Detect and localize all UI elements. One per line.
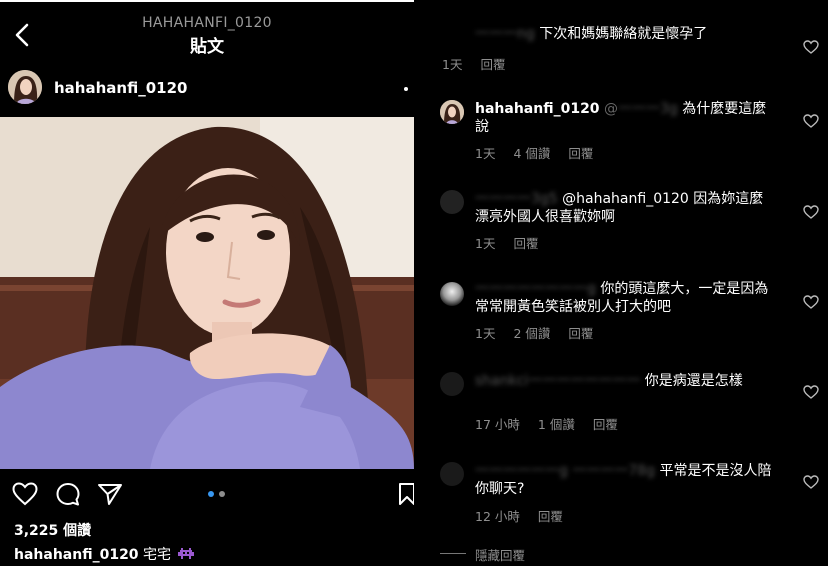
comment-user[interactable]: shankci一一一一一一一一 [475,373,640,389]
page-title: 貼文 [190,37,224,57]
heart-icon[interactable] [803,385,819,399]
caption-username[interactable]: hahahanfi_0120 [14,547,139,563]
avatar[interactable] [440,372,464,396]
comment-likes[interactable]: 4 個讚 [513,146,550,161]
comment-meta: 17 小時 1 個讚 回覆 [475,414,636,433]
more-icon[interactable] [404,87,408,91]
comment-likes[interactable]: 1 個讚 [538,417,575,432]
reply-button[interactable]: 回覆 [593,417,618,432]
header-username: HAHAHANFI_0120 [142,15,272,31]
comment-text: shankci一一一一一一一一 你是病還是怎樣 [475,373,743,389]
bookmark-icon[interactable] [398,482,414,506]
avatar[interactable] [8,70,42,104]
heart-icon[interactable] [803,295,819,309]
avatar[interactable] [440,190,464,214]
comment-user[interactable]: hahahanfi_0120 [475,101,600,117]
comment-text: 一一一ng 下次和媽媽聯絡就是懷孕了 [475,26,708,42]
heart-icon[interactable] [803,475,819,489]
comment-text: 一一一一3g5 @hahahanfi_0120 因為妳這麼漂亮外國人很喜歡妳啊 [475,191,764,225]
avatar[interactable] [440,100,464,124]
heart-icon[interactable] [803,40,819,54]
comment-user[interactable]: 一一一一一一g 一一一一78g [475,463,655,479]
divider [440,553,466,554]
share-icon[interactable] [97,482,123,506]
caption: hahahanfi_0120 宅宅 [14,544,195,564]
avatar[interactable] [440,282,464,306]
heart-icon[interactable] [12,482,38,506]
comment-time: 17 小時 [475,417,520,432]
comment-time: 1天 [442,57,463,72]
caption-text: 宅宅 [143,547,172,563]
carousel-dot-active [208,491,214,497]
comment-meta: 1天 4 個讚 回覆 [475,143,611,162]
comment-time: 1天 [475,236,496,251]
comment-time: 1天 [475,326,496,341]
comment-icon[interactable] [55,482,81,508]
comment-meta: 12 小時 回覆 [475,506,581,525]
comment-time: 1天 [475,146,496,161]
reply-button[interactable]: 回覆 [568,326,593,341]
post-panel: HAHAHANFI_0120 貼文 hahahanfi_0120 3,225 個… [0,0,414,566]
alien-monster-icon [178,548,195,559]
post-actions [0,482,414,508]
status-line [0,0,414,2]
like-count[interactable]: 3,225 個讚 [14,520,91,540]
comment-text: 一一一一一一一一g 你的頭這麼大，一定是因為常常開黃色笑話被別人打大的吧 [475,281,769,315]
comment-time: 12 小時 [475,509,520,524]
post-image[interactable] [0,117,414,469]
reply-button[interactable]: 回覆 [480,57,505,72]
comment-text: hahahanfi_0120 @一一一3g 為什麼要這麼說 [475,101,767,135]
heart-icon[interactable] [803,114,819,128]
comment-user[interactable]: 一一一ng [475,26,535,42]
reply-button[interactable]: 回覆 [513,236,538,251]
carousel-dot [219,491,225,497]
post-username[interactable]: hahahanfi_0120 [54,79,187,97]
comment-meta: 1天 2 個讚 回覆 [475,323,611,342]
reply-button[interactable]: 回覆 [568,146,593,161]
comment-meta: 1天 回覆 [475,233,556,252]
heart-icon[interactable] [803,205,819,219]
comment-text: 一一一一一一g 一一一一78g 平常是不是沒人陪你聊天? [475,463,772,497]
comment-user[interactable]: 一一一一3g5 [475,191,558,207]
comment-meta: 1天 回覆 [442,54,523,73]
comments-panel: 一一一ng 下次和媽媽聯絡就是懷孕了 1天 回覆 hahahanfi_0120 @… [414,0,828,566]
comment-user[interactable]: 一一一一一一一一g [475,281,596,297]
reply-button[interactable]: 回覆 [538,509,563,524]
hide-replies-button[interactable]: 隱藏回覆 [475,545,525,564]
avatar[interactable] [440,462,464,486]
comment-likes[interactable]: 2 個讚 [513,326,550,341]
